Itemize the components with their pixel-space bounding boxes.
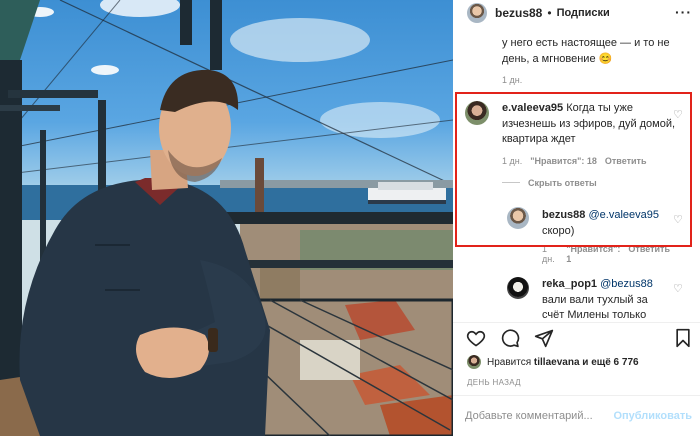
- follow-status-button[interactable]: Подписки: [557, 7, 610, 19]
- reply-item: bezus88 @e.valeeva95 скоро) 1 дн. "Нрави…: [542, 208, 670, 264]
- comment-username[interactable]: e.valeeva95: [502, 102, 563, 114]
- likes-summary: Нравится tillaevana и ещё 6 776: [467, 355, 639, 369]
- post-header: bezus88 • Подписки ···: [453, 0, 700, 26]
- bookmark-icon[interactable]: [674, 328, 692, 348]
- reply-username[interactable]: bezus88: [542, 209, 585, 221]
- reply-button[interactable]: Ответить: [628, 244, 670, 264]
- post-actions: [466, 328, 554, 348]
- reply-time[interactable]: 1 дн.: [542, 244, 558, 264]
- post-panel: bezus88 • Подписки ··· у него есть насто…: [453, 0, 700, 436]
- divider: [453, 322, 700, 323]
- reply-mention-link[interactable]: @e.valeeva95: [588, 209, 659, 221]
- comment-time[interactable]: 1 дн.: [502, 156, 522, 166]
- reply-text: вали вали тухлый за счёт Милены только: [542, 293, 648, 322]
- comment-body: e.valeeva95 Когда ты уже изчезнешь из эф…: [502, 101, 682, 148]
- reply-text: скоро): [542, 224, 575, 237]
- heart-icon[interactable]: [466, 328, 486, 348]
- liker-username[interactable]: tillaevana: [534, 357, 580, 368]
- reply-body: reka_pop1 @bezus88 вали вали тухлый за с…: [542, 277, 670, 321]
- hide-replies-label: Скрыть ответы: [528, 177, 597, 188]
- reply-meta: 1 дн. "Нравится": 1 Ответить: [542, 244, 670, 264]
- comment-likes-count[interactable]: "Нравится": 18: [530, 156, 597, 166]
- publish-button[interactable]: Опубликовать: [613, 410, 692, 422]
- reply-like-heart-icon[interactable]: ♡: [673, 282, 683, 295]
- comment-item: у него есть настоящее — и то не день, а …: [502, 36, 687, 85]
- comment-time[interactable]: 1 дн.: [502, 75, 687, 85]
- separator-dot: •: [547, 6, 552, 20]
- liker-avatar[interactable]: [467, 355, 481, 369]
- reply-likes-count[interactable]: "Нравится": 1: [566, 244, 620, 264]
- commenter-avatar[interactable]: [465, 101, 489, 125]
- smile-emoji-icon: 😊: [598, 52, 613, 65]
- reply-like-heart-icon[interactable]: ♡: [673, 213, 683, 226]
- reply-mention-link[interactable]: @bezus88: [600, 278, 653, 290]
- avatar[interactable]: [467, 3, 487, 23]
- post-author-username[interactable]: bezus88: [495, 6, 542, 20]
- divider-line: [502, 182, 520, 183]
- post-photo[interactable]: [0, 0, 453, 436]
- post-timestamp: ДЕНЬ НАЗАД: [467, 378, 521, 387]
- comment-text: у него есть настоящее — и то не день, а …: [502, 37, 670, 65]
- comment-like-heart-icon[interactable]: ♡: [673, 108, 683, 121]
- likes-prefix: Нравится: [487, 356, 532, 368]
- more-icon[interactable]: ···: [675, 4, 692, 20]
- comment-item: e.valeeva95 Когда ты уже изчезнешь из эф…: [502, 101, 682, 188]
- reply-button[interactable]: Ответить: [605, 156, 647, 166]
- reply-item: reka_pop1 @bezus88 вали вали тухлый за с…: [542, 277, 670, 321]
- reply-username[interactable]: reka_pop1: [542, 278, 597, 290]
- photo-illustration: [0, 0, 453, 436]
- comment-icon[interactable]: [500, 328, 520, 348]
- likes-count[interactable]: и ещё 6 776: [582, 357, 638, 368]
- reply-avatar[interactable]: [507, 277, 529, 299]
- add-comment-bar: Опубликовать: [453, 395, 700, 436]
- add-comment-input[interactable]: [465, 410, 615, 422]
- share-icon[interactable]: [534, 328, 554, 348]
- reply-body: bezus88 @e.valeeva95 скоро): [542, 208, 670, 239]
- comment-meta: 1 дн. "Нравится": 18 Ответить: [502, 156, 682, 166]
- hide-replies-toggle[interactable]: Скрыть ответы: [502, 178, 682, 188]
- reply-avatar[interactable]: [507, 207, 529, 229]
